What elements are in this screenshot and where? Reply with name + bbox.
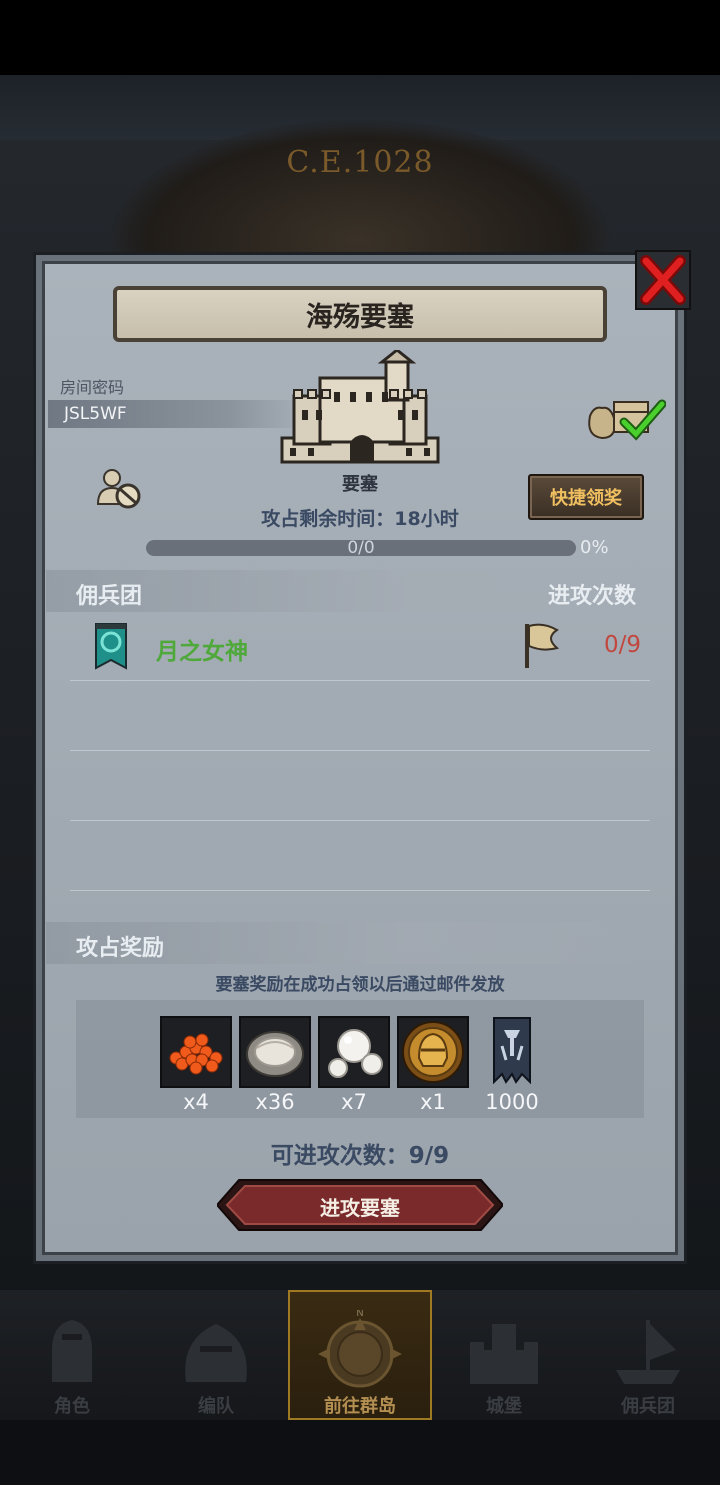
reward-qty-oyster: x36 [255,1090,295,1114]
roe-icon [169,1033,223,1075]
castle-icon [470,1324,538,1384]
attack-fortress-label[interactable]: 进攻要塞 [217,1192,503,1221]
top-black-bar [0,0,720,75]
nav-go-to-islands-label: 前往群岛 [324,1396,396,1417]
reward-item-helmet-coin[interactable] [397,1016,469,1088]
year-display: C.E.1028 [286,145,434,180]
reward-item-guild-banner[interactable] [476,1016,548,1088]
available-attacks: 可进攻次数：9/9 [270,1143,450,1169]
progress-percent: 0% [580,537,609,558]
helmet-icon [185,1324,247,1382]
guild-banner-icon [95,623,127,670]
claimed-rewards-icon[interactable] [584,392,666,442]
row-divider [70,680,650,681]
reward-item-roe[interactable] [160,1016,232,1088]
reward-item-oyster[interactable] [239,1016,311,1088]
reward-qty-guild-banner: 1000 [485,1090,539,1114]
mercenary-attack-count: 0/9 [604,632,642,658]
fortress-icon [280,350,440,464]
mercenary-name[interactable]: 月之女神 [156,632,248,666]
svg-text:N: N [356,1310,363,1319]
progress-count: 0/0 [347,538,375,558]
flag-icon [525,623,560,668]
row-divider [70,750,650,751]
time-remaining: 攻占剩余时间：18小时 [261,508,459,530]
dialog-title: 海殇要塞 [306,301,414,333]
nav-castle-label: 城堡 [486,1396,522,1417]
room-code-label: 房间密码 [60,378,125,397]
attack-count-header: 进攻次数 [548,584,637,609]
reward-section-title: 攻占奖励 [76,936,165,961]
reward-item-pearl[interactable] [318,1016,390,1088]
reward-qty-pearl: x7 [341,1090,367,1114]
compass-icon: N [318,1310,402,1388]
oyster-icon [246,1031,304,1077]
bottom-strip [0,1420,720,1485]
room-code[interactable]: JSL5WF [64,404,127,424]
nav-character-label: 角色 [54,1396,90,1417]
reward-note: 要塞奖励在成功占领以后通过邮件发放 [215,975,505,995]
close-button[interactable] [635,250,691,310]
helmet-coin-icon [402,1021,464,1083]
close-icon [640,255,686,305]
nav-formation-label: 编队 [198,1396,234,1417]
row-divider [70,890,650,891]
reward-qty-roe: x4 [183,1090,209,1114]
mercenary-section-title: 佣兵团 [76,584,143,609]
knight-icon [52,1320,92,1382]
nav-mercenary-label: 佣兵团 [621,1396,675,1417]
reward-qty-helmet-coin: x1 [420,1090,446,1114]
guild-banner-icon [493,1017,531,1085]
title-plate: 海殇要塞 [113,286,607,342]
row-divider [70,820,650,821]
pearl-icon [328,1029,383,1078]
mercenary-ship-icon [616,1320,680,1384]
